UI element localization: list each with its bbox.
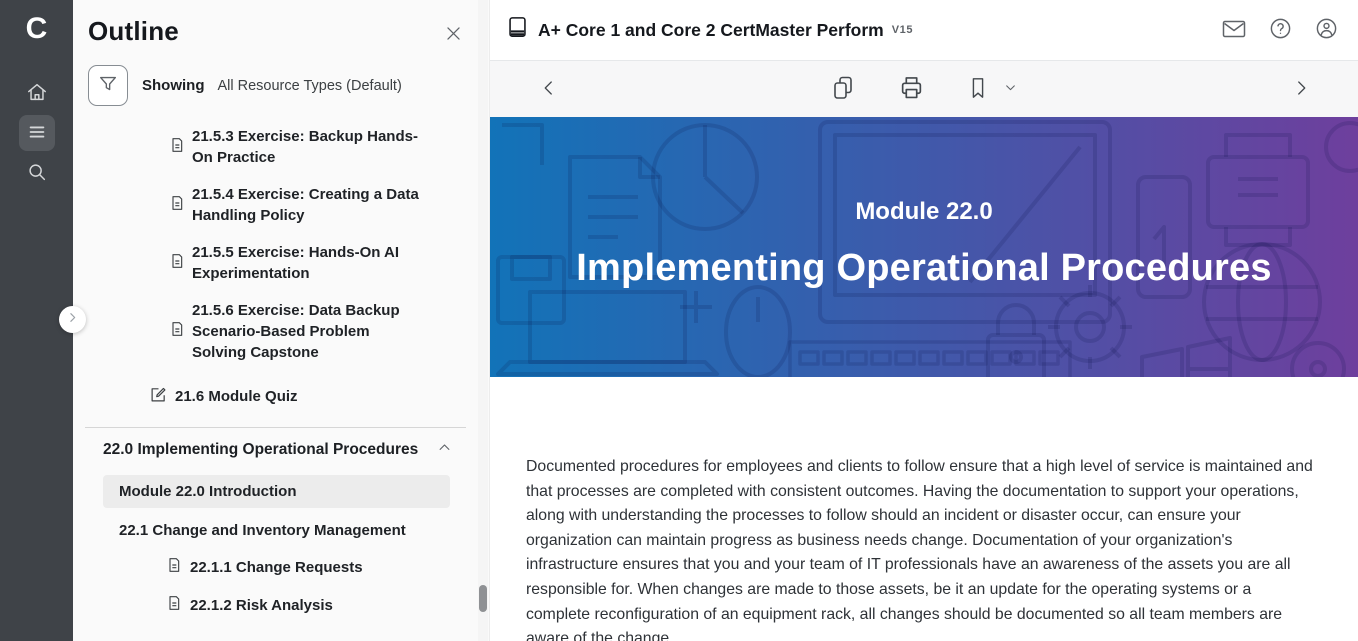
- outline-scrollbar-thumb[interactable]: [479, 585, 487, 612]
- section-label: 22.0 Implementing Operational Procedures: [103, 441, 418, 459]
- document-icon: [169, 253, 185, 274]
- intro-paragraph: Documented procedures for employees and …: [490, 377, 1358, 641]
- outline-item-label: 21.5.6 Exercise: Data Backup Scenario-Ba…: [192, 300, 424, 363]
- filter-row: Showing All Resource Types (Default): [88, 65, 489, 106]
- bookmark-menu-button[interactable]: [1004, 81, 1017, 97]
- help-button[interactable]: [1269, 17, 1292, 43]
- comptia-logo: C: [26, 10, 48, 48]
- outline-panel-header: Outline: [73, 0, 489, 47]
- toolbar-center-group: [831, 75, 1017, 104]
- panel-expand-button[interactable]: [59, 306, 86, 333]
- outline-panel: Outline Showing All Resource Types (Defa…: [73, 0, 490, 641]
- document-icon: [169, 137, 185, 158]
- outline-item-label: 21.5.5 Exercise: Hands-On AI Experimenta…: [192, 242, 424, 284]
- outline-item-label: 21.5.4 Exercise: Creating a Data Handlin…: [192, 184, 424, 226]
- outline-title: Outline: [88, 16, 179, 47]
- chevron-right-icon: [1292, 79, 1310, 100]
- document-icon: [166, 557, 182, 577]
- edit-icon: [150, 386, 167, 407]
- help-icon: [1269, 17, 1292, 43]
- search-button[interactable]: [19, 155, 55, 191]
- account-button[interactable]: [1315, 17, 1338, 43]
- banner-module-title: Implementing Operational Procedures: [576, 247, 1271, 290]
- home-icon: [26, 81, 48, 106]
- outline-item-21-6-quiz[interactable]: 21.6 Module Quiz: [150, 386, 489, 407]
- course-header: A+ Core 1 and Core 2 CertMaster Perform …: [490, 0, 1358, 61]
- chevron-left-icon: [540, 79, 558, 100]
- app-root: C Outline: [0, 0, 1358, 641]
- copy-button[interactable]: [831, 75, 855, 104]
- paging-toolbar: [490, 61, 1358, 117]
- account-icon: [1315, 17, 1338, 43]
- outline-item-22-1-1[interactable]: 22.1.1 Change Requests: [166, 557, 489, 577]
- chevron-up-icon: [437, 440, 452, 460]
- previous-page-button[interactable]: [540, 79, 558, 100]
- outline-item-label: 22.1.2 Risk Analysis: [190, 597, 333, 614]
- close-outline-button[interactable]: [444, 24, 463, 46]
- banner-module-label: Module 22.0: [855, 198, 992, 226]
- print-button[interactable]: [899, 75, 924, 103]
- outline-section-22-0[interactable]: 22.0 Implementing Operational Procedures: [103, 440, 452, 460]
- ereader-icon: [507, 16, 528, 44]
- outline-scrollbar: [478, 0, 488, 641]
- search-icon: [26, 161, 48, 186]
- outline-item-22-1[interactable]: 22.1 Change and Inventory Management: [119, 522, 489, 539]
- next-page-button[interactable]: [1292, 79, 1310, 100]
- messages-button[interactable]: [1222, 19, 1246, 42]
- outline-divider: [85, 427, 466, 428]
- module-banner: Module 22.0 Implementing Operational Pro…: [490, 117, 1358, 377]
- outline-item-21-5-3[interactable]: 21.5.3 Exercise: Backup Hands-On Practic…: [169, 126, 459, 168]
- showing-value: All Resource Types (Default): [218, 78, 402, 94]
- document-icon: [169, 195, 185, 216]
- outline-item-label: 22.1.1 Change Requests: [190, 559, 363, 576]
- outline-list: 21.5.3 Exercise: Backup Hands-On Practic…: [73, 126, 489, 407]
- funnel-icon: [97, 73, 119, 98]
- copy-icon: [831, 75, 855, 104]
- chevron-right-icon: [66, 311, 79, 329]
- header-actions: [1222, 17, 1338, 43]
- course-title: A+ Core 1 and Core 2 CertMaster Perform: [538, 20, 884, 41]
- print-icon: [899, 75, 924, 103]
- document-icon: [166, 595, 182, 615]
- home-button[interactable]: [19, 75, 55, 111]
- outline-item-21-5-5[interactable]: 21.5.5 Exercise: Hands-On AI Experimenta…: [169, 242, 459, 284]
- outline-item-21-5-4[interactable]: 21.5.4 Exercise: Creating a Data Handlin…: [169, 184, 459, 226]
- main-content: A+ Core 1 and Core 2 CertMaster Perform …: [490, 0, 1358, 641]
- outline-item-label: 21.6 Module Quiz: [175, 388, 298, 405]
- lesson-body: Documented procedures for employees and …: [490, 377, 1358, 641]
- bookmark-icon: [968, 76, 988, 103]
- outline-item-21-5-6[interactable]: 21.5.6 Exercise: Data Backup Scenario-Ba…: [169, 300, 459, 363]
- bookmark-group: [968, 76, 1017, 103]
- close-icon: [444, 31, 463, 46]
- outline-toggle-button[interactable]: [19, 115, 55, 151]
- showing-label: Showing: [142, 77, 205, 94]
- chevron-down-icon: [1004, 81, 1017, 97]
- filter-button[interactable]: [88, 65, 128, 106]
- bookmark-button[interactable]: [968, 76, 988, 103]
- course-version: V15: [892, 24, 913, 36]
- list-icon: [26, 121, 48, 146]
- mail-icon: [1222, 19, 1246, 42]
- outline-item-module-22-0-intro-selected[interactable]: Module 22.0 Introduction: [103, 475, 450, 508]
- document-icon: [169, 321, 185, 342]
- outline-item-label: 21.5.3 Exercise: Backup Hands-On Practic…: [192, 126, 424, 168]
- outline-item-22-1-2[interactable]: 22.1.2 Risk Analysis: [166, 595, 489, 615]
